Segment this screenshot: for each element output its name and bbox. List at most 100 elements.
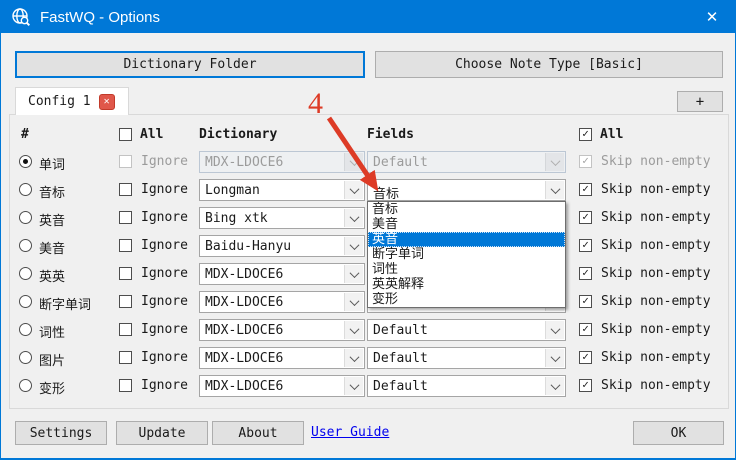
options-dialog: FastWQ - Options ✕ Dictionary Folder Cho… <box>0 0 736 460</box>
chevron-down-icon[interactable] <box>344 237 363 255</box>
chevron-down-icon[interactable] <box>344 265 363 283</box>
fastwq-globe-icon <box>11 7 31 27</box>
dropdown-option[interactable]: 变形 <box>368 292 565 307</box>
check-icon: ✓ <box>582 323 589 334</box>
fields-select[interactable]: Default <box>367 375 566 397</box>
table-row: 单词 Ignore MDX-LDOCE6 Default ✓ Skip non-… <box>1 151 736 173</box>
ignore-checkbox[interactable] <box>119 239 132 252</box>
dictionary-select[interactable]: MDX-LDOCE6 <box>199 347 365 369</box>
ignore-checkbox[interactable] <box>119 211 132 224</box>
table-row: 词性 Ignore MDX-LDOCE6 Default ✓ Skip non-… <box>1 319 736 341</box>
chevron-down-icon[interactable] <box>344 209 363 227</box>
col-header-fields: Fields <box>367 127 414 142</box>
ignore-checkbox[interactable] <box>119 323 132 336</box>
update-button[interactable]: Update <box>116 421 208 445</box>
skip-checkbox[interactable]: ✓ <box>579 379 592 392</box>
skip-checkbox[interactable]: ✓ <box>579 267 592 280</box>
dropdown-option[interactable]: 断字单词 <box>368 247 565 262</box>
skip-checkbox[interactable]: ✓ <box>579 183 592 196</box>
skip-label: Skip non-empty <box>601 210 711 225</box>
add-config-button[interactable]: + <box>677 91 723 112</box>
dictionary-select[interactable]: Longman <box>199 179 365 201</box>
settings-button[interactable]: Settings <box>15 421 107 445</box>
dictionary-select[interactable]: MDX-LDOCE6 <box>199 319 365 341</box>
check-icon: ✓ <box>582 155 589 166</box>
check-icon: ✓ <box>582 379 589 390</box>
check-icon: ✓ <box>582 183 589 194</box>
fields-select-open[interactable]: 音标 <box>367 179 566 201</box>
ignore-label: Ignore <box>141 266 188 281</box>
dropdown-option[interactable]: 词性 <box>368 262 565 277</box>
row-radio[interactable] <box>19 155 32 168</box>
skip-checkbox[interactable]: ✓ <box>579 239 592 252</box>
dictionary-select[interactable]: MDX-LDOCE6 <box>199 263 365 285</box>
chevron-down-icon[interactable] <box>545 349 564 367</box>
row-radio[interactable] <box>19 379 32 392</box>
row-radio[interactable] <box>19 183 32 196</box>
ok-button[interactable]: OK <box>633 421 724 445</box>
fields-select: Default <box>367 151 566 173</box>
ignore-label: Ignore <box>141 350 188 365</box>
dropdown-option[interactable]: 音标 <box>368 202 565 217</box>
chevron-down-icon[interactable] <box>344 321 363 339</box>
check-icon: ✓ <box>582 295 589 306</box>
dropdown-option[interactable]: 美音 <box>368 217 565 232</box>
fields-select[interactable]: Default <box>367 319 566 341</box>
dictionary-select: MDX-LDOCE6 <box>199 151 365 173</box>
check-icon: ✓ <box>582 267 589 278</box>
ignore-checkbox[interactable] <box>119 295 132 308</box>
skip-checkbox: ✓ <box>579 155 592 168</box>
tab-close-icon[interactable]: ✕ <box>99 94 115 110</box>
chevron-down-icon[interactable] <box>344 377 363 395</box>
dictionary-select[interactable]: MDX-LDOCE6 <box>199 291 365 313</box>
row-radio[interactable] <box>19 351 32 364</box>
chevron-down-icon[interactable] <box>344 349 363 367</box>
window-title: FastWQ - Options <box>40 9 160 26</box>
chevron-down-icon[interactable] <box>344 293 363 311</box>
chevron-down-icon[interactable] <box>545 181 564 199</box>
dictionary-select[interactable]: MDX-LDOCE6 <box>199 375 365 397</box>
row-radio[interactable] <box>19 267 32 280</box>
user-guide-link[interactable]: User Guide <box>311 425 389 440</box>
row-radio[interactable] <box>19 239 32 252</box>
ignore-checkbox[interactable] <box>119 379 132 392</box>
check-icon: ✓ <box>582 128 589 139</box>
ignore-label: Ignore <box>141 322 188 337</box>
skip-label: Skip non-empty <box>601 294 711 309</box>
dictionary-select[interactable]: Baidu-Hanyu <box>199 235 365 257</box>
row-radio[interactable] <box>19 295 32 308</box>
check-icon: ✓ <box>582 351 589 362</box>
table-row: 变形 Ignore MDX-LDOCE6 Default ✓ Skip non-… <box>1 375 736 397</box>
skip-checkbox[interactable]: ✓ <box>579 295 592 308</box>
row-label: 美音 <box>39 238 65 257</box>
ignore-checkbox[interactable] <box>119 351 132 364</box>
choose-note-type-button[interactable]: Choose Note Type [Basic] <box>375 51 723 78</box>
row-label: 英英 <box>39 266 65 285</box>
tab-config-1[interactable]: Config 1 ✕ <box>15 87 129 115</box>
about-button[interactable]: About <box>212 421 304 445</box>
skip-label: Skip non-empty <box>601 154 711 169</box>
row-radio[interactable] <box>19 323 32 336</box>
fields-select[interactable]: Default <box>367 347 566 369</box>
chevron-down-icon <box>344 153 363 171</box>
all-ignore-checkbox[interactable] <box>119 128 132 141</box>
row-label: 单词 <box>39 154 65 173</box>
dictionary-folder-button[interactable]: Dictionary Folder <box>15 51 365 78</box>
dropdown-option[interactable]: 英英解释 <box>368 277 565 292</box>
skip-checkbox[interactable]: ✓ <box>579 323 592 336</box>
row-radio[interactable] <box>19 211 32 224</box>
skip-checkbox[interactable]: ✓ <box>579 211 592 224</box>
chevron-down-icon[interactable] <box>545 377 564 395</box>
row-label: 音标 <box>39 182 65 201</box>
all-skip-checkbox[interactable]: ✓ <box>579 128 592 141</box>
dropdown-option-selected[interactable]: 英音 <box>368 232 565 247</box>
chevron-down-icon[interactable] <box>344 181 363 199</box>
chevron-down-icon[interactable] <box>545 321 564 339</box>
ignore-label: Ignore <box>141 182 188 197</box>
skip-checkbox[interactable]: ✓ <box>579 351 592 364</box>
col-header-number: # <box>21 127 29 142</box>
ignore-checkbox[interactable] <box>119 183 132 196</box>
window-close-button[interactable]: ✕ <box>689 1 735 33</box>
dictionary-select[interactable]: Bing xtk <box>199 207 365 229</box>
ignore-checkbox[interactable] <box>119 267 132 280</box>
